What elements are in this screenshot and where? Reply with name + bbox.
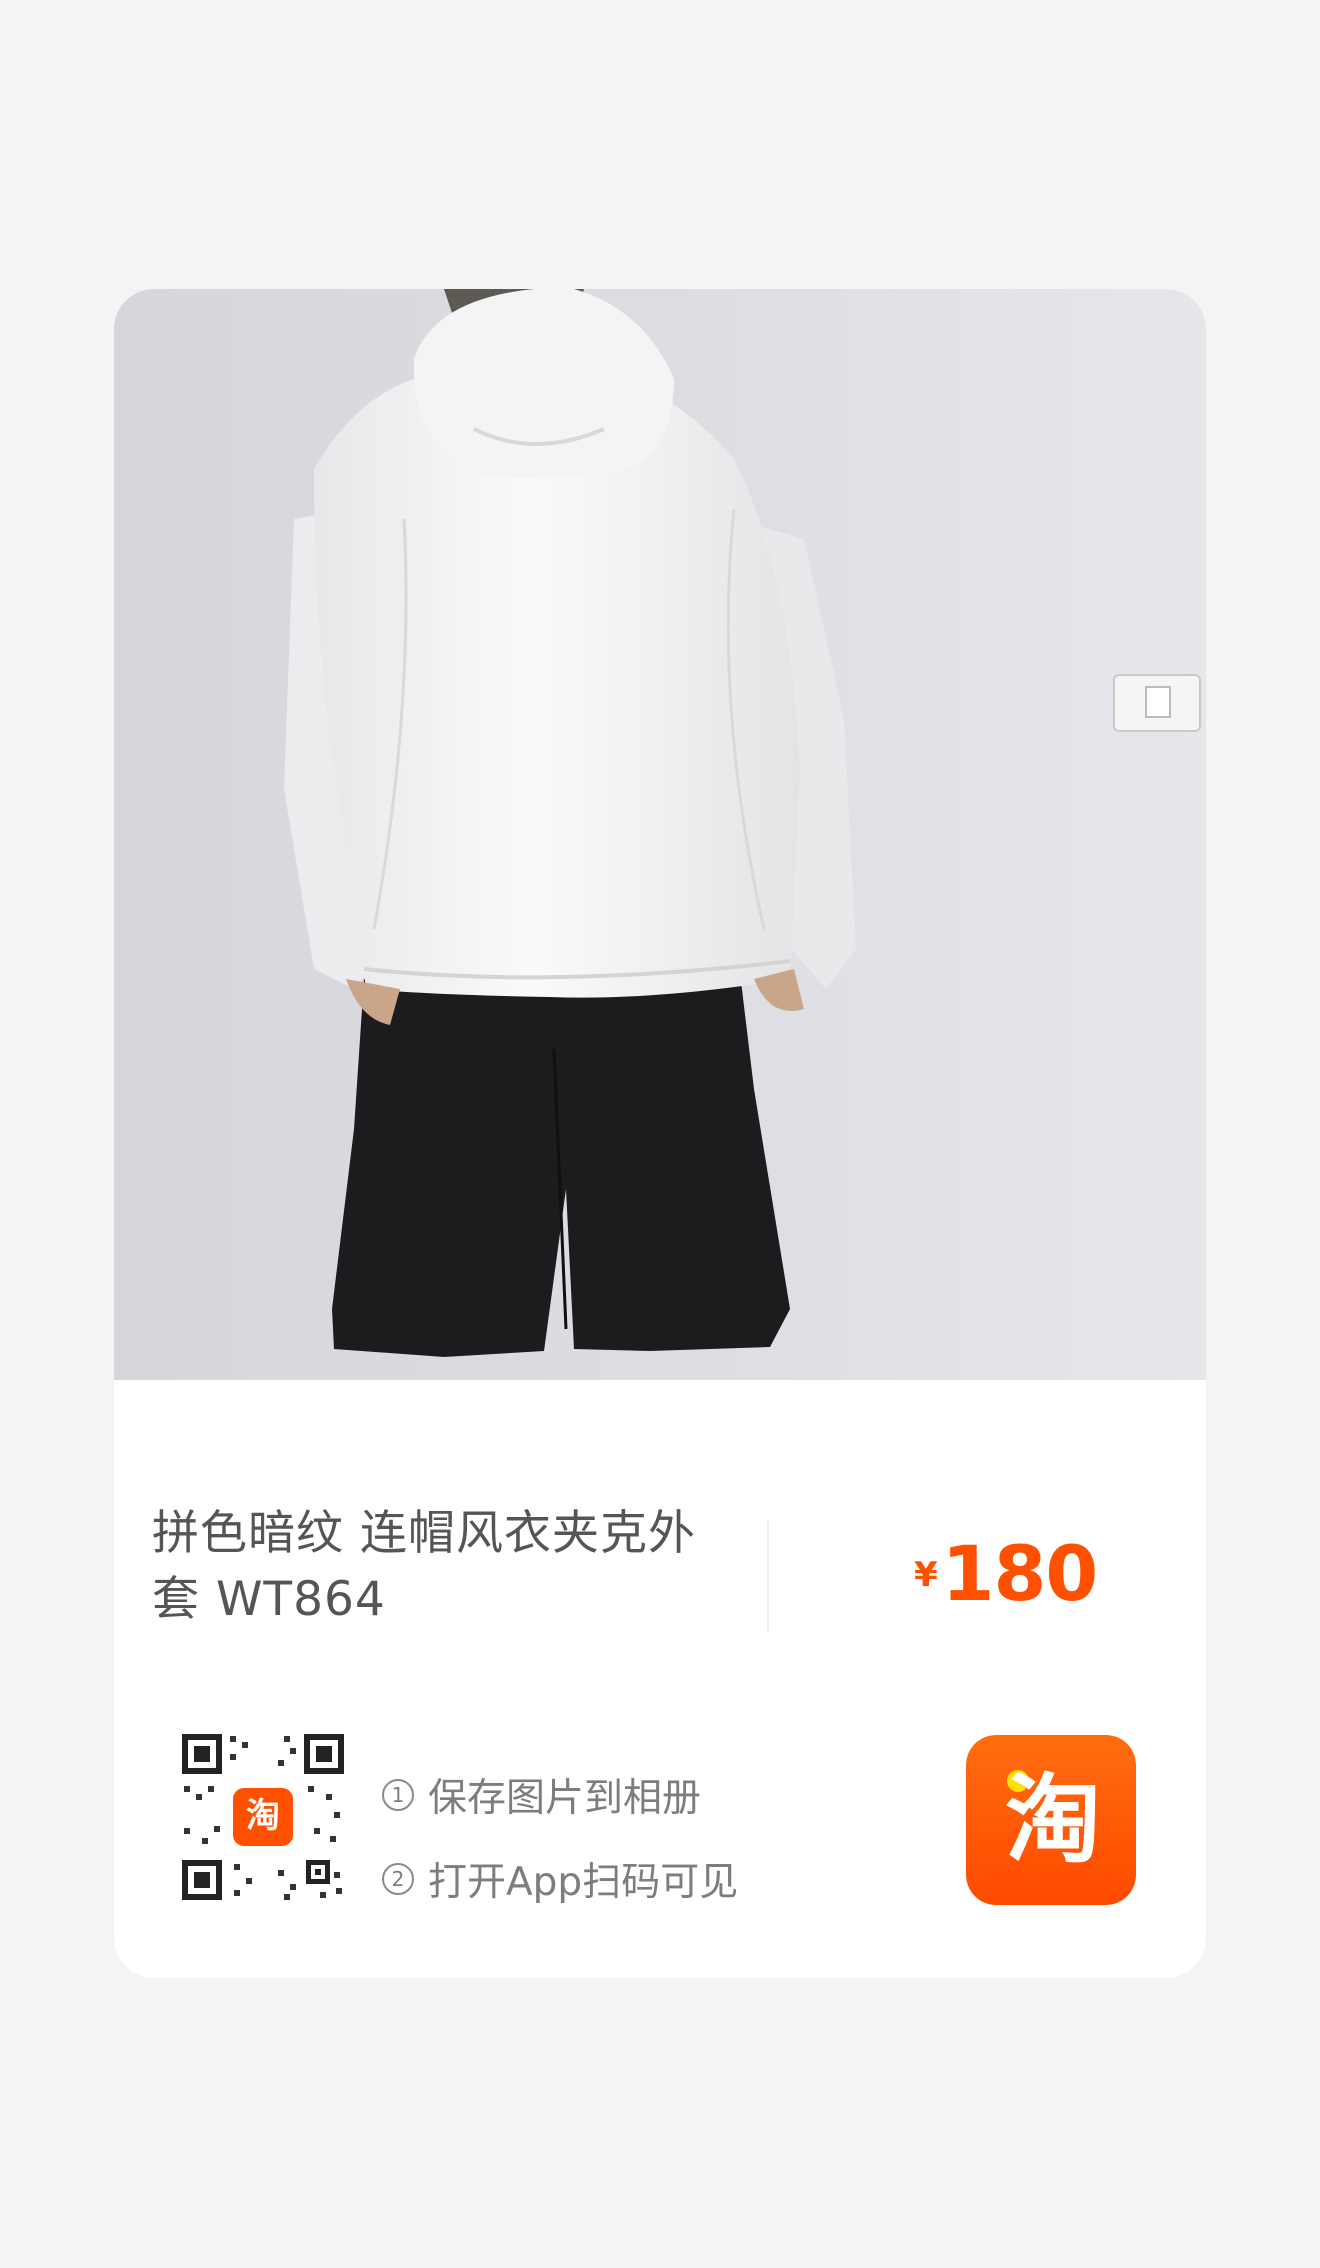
- product-price: ¥180: [914, 1529, 1099, 1618]
- divider: [767, 1519, 769, 1631]
- step-number: 2: [382, 1863, 414, 1895]
- step-save-image: 1 保存图片到相册: [382, 1753, 738, 1837]
- taobao-app-icon[interactable]: 淘: [966, 1735, 1136, 1905]
- qr-badge-text: 淘: [246, 1796, 280, 1836]
- step-label: 打开App扫码可见: [428, 1860, 739, 1905]
- step-number: 1: [382, 1779, 414, 1811]
- price-currency-symbol: ¥: [914, 1555, 938, 1595]
- qr-code-icon[interactable]: 淘: [180, 1732, 346, 1902]
- price-value: 180: [941, 1529, 1099, 1618]
- product-title[interactable]: 拼色暗纹 连帽风衣夹克外套 WT864: [152, 1501, 742, 1633]
- step-open-app: 2 打开App扫码可见: [382, 1837, 738, 1921]
- share-steps: 1 保存图片到相册 2 打开App扫码可见: [382, 1753, 738, 1921]
- step-label: 保存图片到相册: [428, 1776, 702, 1821]
- logo-text: 淘: [1005, 1764, 1101, 1876]
- product-photo: [114, 289, 1206, 1380]
- product-share-card: 拼色暗纹 连帽风衣夹克外套 WT864 ¥180 淘 1 保存图片到相册 2 打…: [114, 289, 1206, 1978]
